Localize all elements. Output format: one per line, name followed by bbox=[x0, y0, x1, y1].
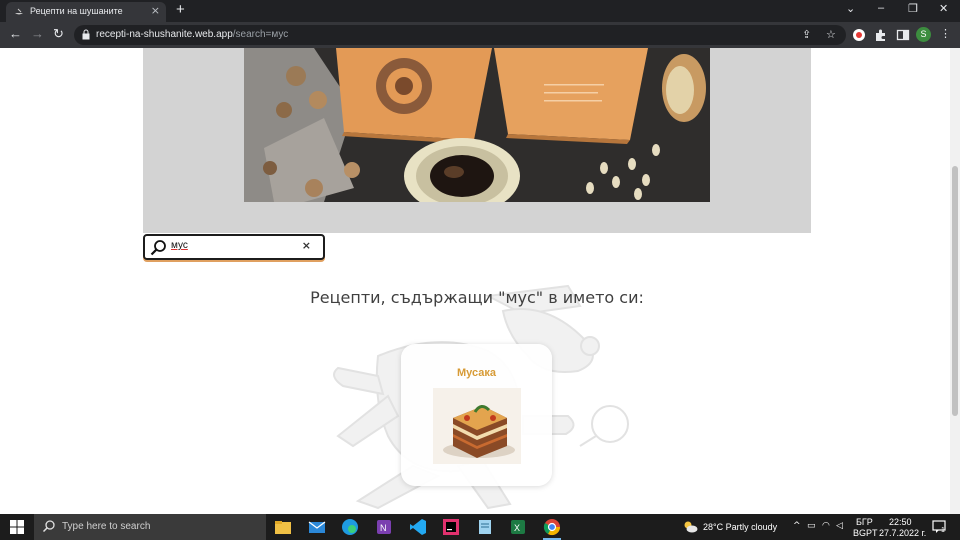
search-input[interactable]: мус bbox=[171, 240, 188, 251]
magnifier-icon bbox=[150, 240, 166, 256]
volume-icon[interactable]: ◁ bbox=[836, 521, 843, 531]
taskbar-search-box[interactable]: Type here to search bbox=[34, 514, 266, 540]
menu-kebab-icon[interactable]: ⋮ bbox=[940, 27, 951, 40]
omnibox[interactable]: recepti-na-shushanite.web.app/search=мус… bbox=[74, 25, 846, 45]
battery-icon[interactable]: ▭ bbox=[807, 521, 816, 531]
recipe-card-title[interactable]: Мусака bbox=[401, 367, 552, 379]
language-top[interactable]: БГР bbox=[856, 517, 873, 527]
recipe-card-image[interactable] bbox=[433, 388, 521, 464]
chrome-icon[interactable] bbox=[542, 517, 562, 537]
results-heading: Рецепти, съдържащи "мус" в името си: bbox=[310, 288, 644, 307]
maximize-icon[interactable]: ❐ bbox=[908, 2, 918, 15]
tab-bar: Рецепти на шушаните × + ⌄ – ❐ ✕ bbox=[0, 0, 960, 22]
partly-cloudy-icon bbox=[684, 521, 698, 533]
excel-icon[interactable]: X bbox=[508, 517, 528, 537]
clear-search-icon[interactable]: × bbox=[302, 239, 311, 252]
profile-avatar[interactable]: S bbox=[916, 27, 931, 42]
browser-tab[interactable]: Рецепти на шушаните × bbox=[6, 2, 166, 22]
weather-text[interactable]: 28°C Partly cloudy bbox=[703, 522, 777, 532]
clock-date[interactable]: 27.7.2022 г. bbox=[879, 528, 926, 538]
tray-overflow-icon[interactable]: ^ bbox=[793, 521, 801, 531]
scrollbar-thumb[interactable] bbox=[952, 166, 958, 416]
svg-text:N: N bbox=[380, 523, 387, 533]
forward-icon[interactable]: → bbox=[31, 26, 44, 41]
search-box[interactable]: мус × bbox=[143, 234, 325, 260]
language-bottom[interactable]: BGPT bbox=[853, 528, 878, 538]
taskbar-search-icon bbox=[42, 520, 55, 533]
hero-banner bbox=[143, 48, 811, 233]
file-explorer-icon[interactable] bbox=[273, 517, 293, 537]
svg-text:X: X bbox=[514, 523, 520, 533]
vscode-icon[interactable] bbox=[408, 517, 428, 537]
url-host: recepti-na-shushanite.web.app bbox=[96, 29, 233, 40]
clock-time[interactable]: 22:50 bbox=[889, 517, 912, 527]
recipe-card[interactable]: Мусака bbox=[401, 344, 552, 486]
url-path: /search=мус bbox=[232, 29, 289, 40]
tab-search-chevron-icon[interactable]: ⌄ bbox=[846, 2, 855, 15]
windows-start-icon[interactable] bbox=[10, 520, 24, 534]
page-viewport: мус × Рецепти, съдържащи "мус" в името с… bbox=[0, 48, 950, 514]
reload-icon[interactable]: ↻ bbox=[53, 26, 64, 42]
address-bar: ← → ↻ recepti-na-shushanite.web.app/sear… bbox=[0, 22, 960, 48]
mail-icon[interactable] bbox=[307, 517, 327, 537]
tab-title: Рецепти на шушаните bbox=[30, 6, 123, 16]
windows-taskbar: Type here to search N X 28°C Partly clou… bbox=[0, 514, 960, 540]
taskbar-search-placeholder: Type here to search bbox=[62, 521, 151, 532]
tab-favicon-icon bbox=[15, 8, 23, 15]
notepad-icon[interactable] bbox=[475, 517, 495, 537]
hero-books-coffee-image bbox=[244, 48, 710, 202]
record-extension-icon[interactable] bbox=[852, 28, 866, 42]
bookmark-star-icon[interactable]: ☆ bbox=[826, 28, 836, 41]
share-icon[interactable]: ⇪ bbox=[802, 28, 811, 41]
back-icon[interactable]: ← bbox=[9, 26, 22, 41]
url-text: recepti-na-shushanite.web.app/search=мус bbox=[96, 29, 288, 40]
intellij-icon[interactable] bbox=[441, 517, 461, 537]
tab-close-icon[interactable]: × bbox=[151, 4, 160, 17]
minimize-icon[interactable]: – bbox=[878, 2, 884, 14]
close-window-icon[interactable]: ✕ bbox=[939, 2, 948, 15]
notifications-count: 1 bbox=[941, 527, 945, 534]
extensions-puzzle-icon[interactable] bbox=[874, 28, 888, 42]
side-panel-icon[interactable] bbox=[896, 28, 910, 42]
page-scrollbar[interactable] bbox=[950, 48, 960, 514]
lock-icon[interactable] bbox=[82, 29, 90, 40]
edge-browser-icon[interactable] bbox=[340, 517, 360, 537]
onenote-icon[interactable]: N bbox=[374, 517, 394, 537]
wifi-icon[interactable]: ◠ bbox=[822, 521, 830, 531]
new-tab-button[interactable]: + bbox=[176, 1, 185, 18]
